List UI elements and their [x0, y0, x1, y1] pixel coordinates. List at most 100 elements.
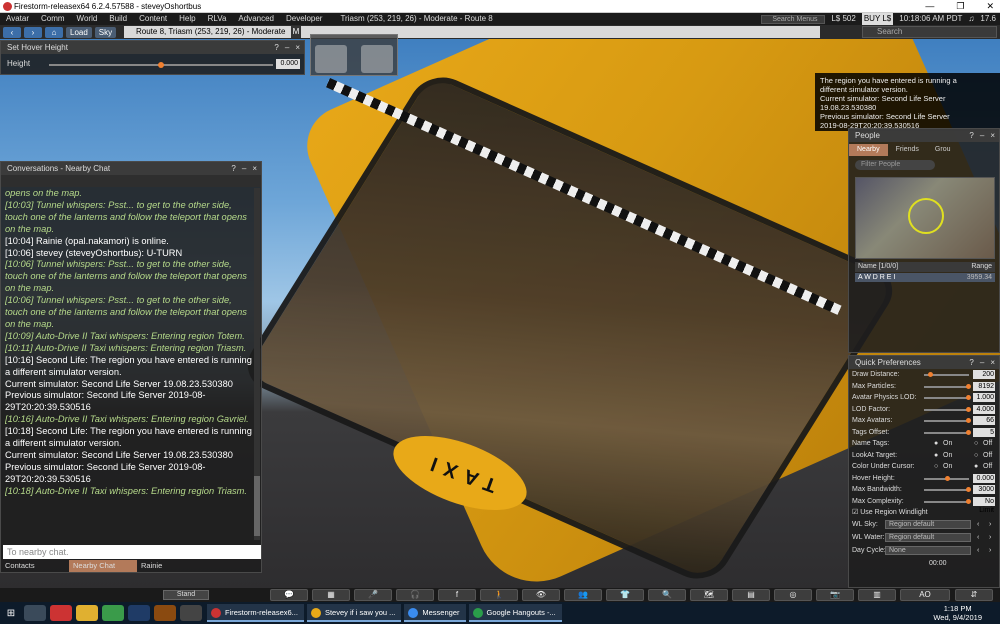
tab-rainie[interactable]: Rainie: [137, 560, 205, 572]
qp-slider-track[interactable]: [924, 500, 969, 503]
camera-toolbar-button[interactable]: 👁: [522, 589, 560, 601]
maximize-button[interactable]: ❐: [956, 0, 964, 13]
people-list-header[interactable]: Name [1/0/0] Range: [855, 262, 995, 272]
worldmap-toolbar-button[interactable]: 🗺: [690, 589, 728, 601]
chrome-icon[interactable]: [102, 605, 124, 621]
qp-slider-row[interactable]: Hover Height: 0.000: [849, 473, 999, 485]
minimap[interactable]: [855, 177, 995, 259]
hover-height-value-field[interactable]: 0.000: [276, 59, 300, 69]
qp-slider-row[interactable]: Max Particles: 8192: [849, 381, 999, 393]
menu-advanced[interactable]: Advanced: [232, 13, 280, 25]
help-icon[interactable]: ?: [231, 162, 235, 175]
chevron-left-icon[interactable]: ‹: [977, 532, 979, 544]
qp-slider-knob[interactable]: [945, 475, 950, 481]
qp-radio-row[interactable]: Name Tags: ● On ○ Off: [849, 438, 999, 450]
move-toolbar-button[interactable]: ⇵: [955, 589, 993, 601]
map-toolbar-button[interactable]: ▦: [312, 589, 350, 601]
taskbar-app-hangouts[interactable]: Google Hangouts -...: [468, 604, 562, 622]
minimize-icon[interactable]: –: [980, 356, 984, 369]
location-input[interactable]: Route 8, Triasm (253, 219, 26) - Moderat…: [124, 26, 820, 38]
region-status-label[interactable]: Triasm (253, 219, 26) - Moderate - Route…: [334, 13, 498, 25]
qp-slider-knob[interactable]: [966, 406, 971, 412]
menu-search-input[interactable]: Search Menus: [761, 14, 826, 24]
qp-radio-off-label[interactable]: Off: [983, 450, 992, 462]
close-icon[interactable]: ×: [295, 41, 300, 54]
chevron-right-icon[interactable]: ›: [989, 519, 991, 531]
radio-off-icon[interactable]: ●: [974, 461, 978, 473]
close-icon[interactable]: ×: [990, 356, 995, 369]
radio-on-icon[interactable]: ○: [934, 461, 938, 473]
shield-icon[interactable]: [24, 605, 46, 621]
walk-toolbar-button[interactable]: 🚶: [480, 589, 518, 601]
qp-slider-track[interactable]: [924, 420, 969, 422]
system-clock[interactable]: 1:18 PM Wed, 9/4/2019: [933, 604, 982, 622]
chevron-left-icon[interactable]: ‹: [977, 545, 979, 557]
taskbar-app-messenger[interactable]: Messenger: [404, 604, 466, 622]
camera-orbit-pad[interactable]: [315, 45, 347, 73]
qp-value-field[interactable]: 1.000: [973, 393, 995, 402]
people-titlebar[interactable]: People ? – ×: [849, 129, 999, 142]
qp-dropdown-row[interactable]: WL Sky: Region default ‹ ›: [849, 519, 999, 532]
home-button[interactable]: ⌂: [45, 26, 63, 38]
chat-scrollbar[interactable]: [254, 188, 260, 540]
chat-history[interactable]: opens on the map. [10:03] Tunnel whispers…: [5, 188, 255, 542]
qp-value-field[interactable]: 5: [973, 427, 995, 437]
radio-on-icon[interactable]: ●: [934, 450, 938, 462]
search-toolbar-button[interactable]: 🔍: [648, 589, 686, 601]
qp-slider-knob[interactable]: [966, 418, 971, 423]
qp-value-field[interactable]: 8192: [973, 381, 995, 391]
qp-slider-row[interactable]: Max Bandwidth: 3000: [849, 484, 999, 496]
chat-input[interactable]: To nearby chat.: [3, 545, 261, 559]
tab-groups[interactable]: Grou: [927, 144, 959, 156]
menu-world[interactable]: World: [71, 13, 104, 25]
checkbox-icon[interactable]: ☑: [852, 509, 858, 516]
hover-height-titlebar[interactable]: Set Hover Height ? – ×: [1, 41, 304, 54]
chevron-right-icon[interactable]: ›: [989, 545, 991, 557]
qp-dropdown[interactable]: Region default: [885, 519, 971, 529]
tab-contacts[interactable]: Contacts: [1, 560, 69, 572]
stand-button[interactable]: Stand: [163, 590, 209, 600]
qp-value-field[interactable]: 4.000: [973, 404, 995, 414]
people-list-row[interactable]: A W D R E I 3959.34: [855, 273, 995, 282]
qp-radio-row[interactable]: LookAt Target: ● On ○ Off: [849, 450, 999, 462]
menu-help[interactable]: Help: [173, 13, 201, 25]
app-icon[interactable]: [50, 605, 72, 621]
nav-search-input[interactable]: Search: [862, 26, 997, 38]
menu-build[interactable]: Build: [103, 13, 133, 25]
settings-icon[interactable]: [180, 605, 202, 621]
qp-slider-knob[interactable]: [966, 395, 971, 400]
menu-developer[interactable]: Developer: [280, 13, 328, 25]
qp-slider-row[interactable]: Max Complexity: No Limit: [849, 496, 999, 514]
inventory-toolbar-button[interactable]: ▤: [732, 589, 770, 601]
windlight-checkbox-row[interactable]: ☑ Use Region Windlight: [849, 507, 999, 519]
qp-slider-row[interactable]: Tags Offset: 5: [849, 427, 999, 439]
people-toolbar-button[interactable]: 👥: [564, 589, 602, 601]
sky-button[interactable]: Sky: [94, 26, 117, 38]
camera-pan-pad[interactable]: [361, 45, 393, 73]
qp-slider-track[interactable]: [924, 431, 969, 434]
qp-radio-row[interactable]: Color Under Cursor: ○ On ● Off: [849, 461, 999, 473]
appearance-toolbar-button[interactable]: 👕: [606, 589, 644, 601]
qp-slider-track[interactable]: [924, 397, 969, 399]
menu-comm[interactable]: Comm: [35, 13, 71, 25]
ao-toolbar-button[interactable]: AO: [900, 589, 950, 601]
minimize-icon[interactable]: –: [980, 129, 984, 142]
camera-controls-widget[interactable]: [310, 34, 398, 76]
chat-toolbar-button[interactable]: 💬: [270, 589, 308, 601]
menu-avatar[interactable]: Avatar: [0, 13, 35, 25]
qp-value-field[interactable]: 66: [973, 416, 995, 425]
taskbar-app-firestorm[interactable]: Firestorm-releasex6...: [207, 604, 304, 622]
qp-slider-knob[interactable]: [966, 383, 971, 389]
qp-value-field[interactable]: 200: [973, 370, 995, 379]
radio-off-icon[interactable]: ○: [974, 450, 978, 462]
minimize-button[interactable]: —: [925, 0, 934, 13]
folder-icon[interactable]: [76, 605, 98, 621]
qp-radio-on-label[interactable]: On: [943, 438, 952, 450]
help-icon[interactable]: ?: [969, 356, 973, 369]
menu-rlva[interactable]: RLVa: [202, 13, 233, 25]
qp-value-field[interactable]: 0.000: [973, 473, 995, 483]
qp-dropdown[interactable]: None: [885, 545, 971, 555]
radio-on-icon[interactable]: ●: [934, 438, 938, 450]
qp-slider-row[interactable]: Avatar Physics LOD: 1.000: [849, 392, 999, 404]
back-button[interactable]: ‹: [3, 26, 21, 38]
